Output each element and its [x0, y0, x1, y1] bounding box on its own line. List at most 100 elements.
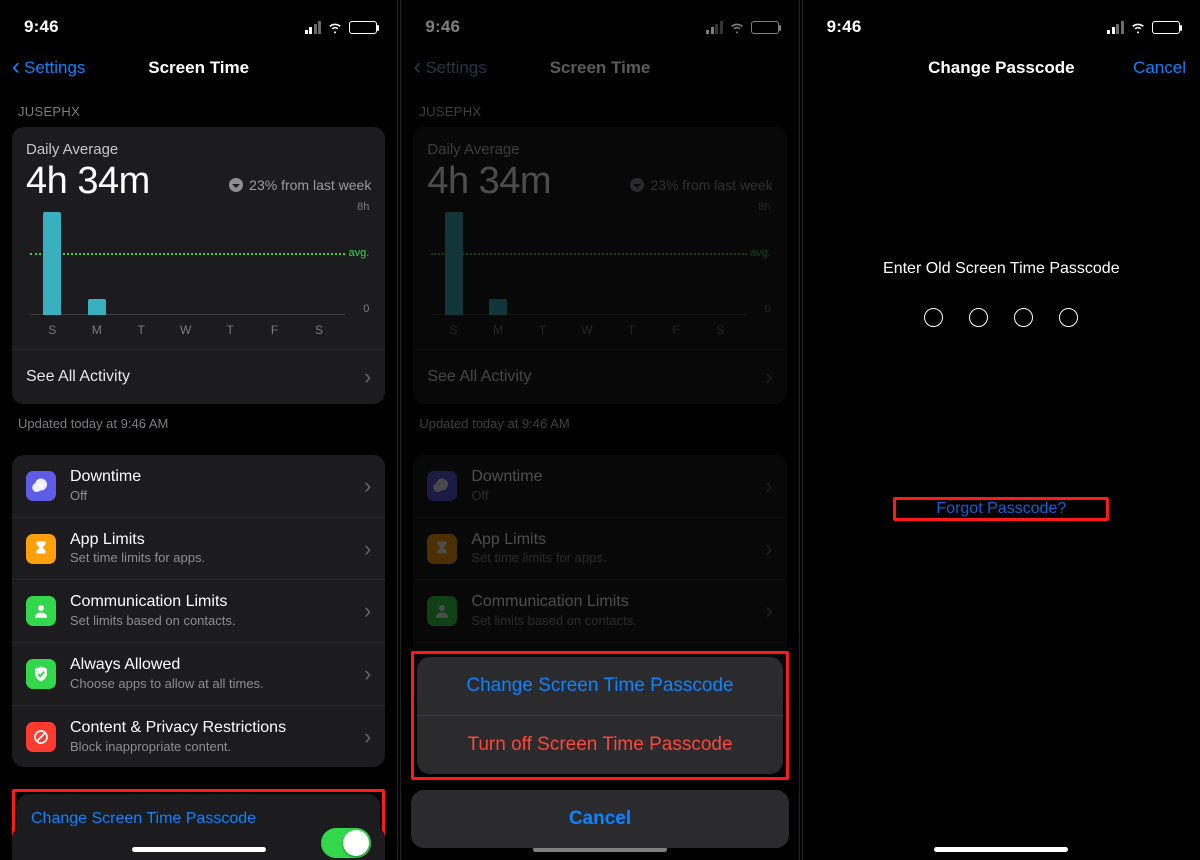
person-icon — [26, 596, 56, 626]
status-right — [305, 19, 378, 35]
chevron-right-icon: › — [364, 473, 371, 499]
arrow-down-icon — [630, 178, 644, 192]
share-across-row-peek[interactable] — [12, 826, 385, 860]
nav-bar: ‹ Settings Screen Time — [0, 46, 397, 90]
daily-average-card[interactable]: Daily Average 4h 34m 23% from last week … — [12, 127, 385, 404]
chevron-right-icon: › — [364, 598, 371, 624]
screentime-content: JUSEPHX Daily Average 4h 34m 23% from la… — [0, 90, 397, 860]
cellular-signal-icon — [305, 21, 322, 34]
back-button: ‹ Settings — [413, 57, 486, 79]
weekly-chart: 8h avg. 0 SMTWTFS — [431, 205, 768, 315]
passcode-panel: Enter Old Screen Time Passcode Forgot Pa… — [803, 90, 1200, 521]
passcode-dot — [1059, 308, 1078, 327]
row-title: Downtime — [70, 467, 350, 488]
y-tick-max: 8h — [357, 201, 369, 213]
weekly-chart: 8h avg. 0 SMTWTFS — [30, 205, 367, 315]
chevron-right-icon: › — [765, 598, 772, 624]
battery-icon — [751, 21, 779, 34]
arrow-down-icon — [229, 178, 243, 192]
row-subtitle: Choose apps to allow at all times. — [70, 676, 350, 693]
trend-text: 23% from last week — [249, 177, 371, 193]
wifi-icon — [327, 19, 343, 35]
y-tick-zero: 0 — [363, 303, 369, 315]
device-label: JUSEPHX — [413, 90, 786, 127]
row-subtitle: Off — [471, 488, 751, 505]
list-item[interactable]: DowntimeOff › — [12, 455, 385, 517]
back-label: Settings — [24, 58, 85, 78]
status-time: 9:46 — [827, 17, 862, 37]
list-item[interactable]: Content & Privacy RestrictionsBlock inap… — [12, 705, 385, 768]
daily-average-title: Daily Average — [26, 141, 371, 158]
chevron-left-icon: ‹ — [413, 55, 421, 79]
cellular-signal-icon — [1107, 21, 1124, 34]
row-title: Downtime — [471, 467, 751, 488]
check-icon — [26, 659, 56, 689]
home-indicator[interactable] — [132, 847, 266, 852]
list-item[interactable]: DowntimeOff › — [413, 455, 786, 517]
chevron-right-icon: › — [765, 473, 772, 499]
passcode-dots[interactable] — [803, 308, 1200, 327]
status-time: 9:46 — [425, 17, 460, 37]
hourglass-icon — [427, 534, 457, 564]
chevron-right-icon: › — [364, 661, 371, 687]
daily-average-card: Daily Average 4h 34m 23% from last week … — [413, 127, 786, 404]
row-subtitle: Set limits based on contacts. — [471, 613, 751, 630]
wifi-icon — [729, 19, 745, 35]
toggle-on-icon[interactable] — [321, 828, 371, 858]
forgot-passcode-button[interactable]: Forgot Passcode? — [896, 486, 1106, 531]
updated-timestamp: Updated today at 9:46 AM — [413, 404, 786, 455]
hourglass-icon — [26, 534, 56, 564]
action-turn-off-passcode[interactable]: Turn off Screen Time Passcode — [417, 715, 782, 774]
row-subtitle: Set time limits for apps. — [70, 550, 350, 567]
row-title: App Limits — [471, 530, 751, 551]
list-item[interactable]: Communication LimitsSet limits based on … — [413, 579, 786, 642]
screen-3-change-passcode: 9:46 Change Passcode Cancel Enter Old Sc… — [802, 0, 1200, 860]
row-title: Content & Privacy Restrictions — [70, 718, 350, 739]
row-subtitle: Set limits based on contacts. — [70, 613, 350, 630]
status-time: 9:46 — [24, 17, 59, 37]
battery-icon — [349, 21, 377, 34]
cancel-button[interactable]: Cancel — [1133, 58, 1186, 78]
avg-label: avg. — [349, 247, 370, 259]
block-icon — [26, 722, 56, 752]
see-all-activity-row: See All Activity › — [427, 350, 772, 390]
chevron-right-icon: › — [765, 364, 772, 390]
list-item[interactable]: Always AllowedChoose apps to allow at al… — [12, 642, 385, 705]
list-item[interactable]: Communication LimitsSet limits based on … — [12, 579, 385, 642]
row-subtitle: Block inappropriate content. — [70, 739, 350, 756]
chevron-left-icon: ‹ — [12, 55, 20, 79]
updated-timestamp: Updated today at 9:46 AM — [12, 404, 385, 455]
row-subtitle: Off — [70, 488, 350, 505]
nav-bar: ‹ Settings Screen Time — [401, 46, 798, 90]
back-button[interactable]: ‹ Settings — [12, 57, 85, 79]
see-all-label: See All Activity — [26, 368, 130, 386]
chevron-right-icon: › — [364, 724, 371, 750]
chevron-right-icon: › — [364, 364, 371, 390]
status-bar: 9:46 — [401, 0, 798, 46]
chevron-right-icon: › — [364, 536, 371, 562]
status-bar: 9:46 — [0, 0, 397, 46]
row-title: Communication Limits — [70, 592, 350, 613]
moon-icon — [427, 471, 457, 501]
nav-bar: Change Passcode Cancel — [803, 46, 1200, 90]
row-title: App Limits — [70, 530, 350, 551]
screen-1-screen-time-settings: 9:46 ‹ Settings Screen Time JUSEPHX Dail… — [0, 0, 398, 860]
see-all-activity-row[interactable]: See All Activity › — [26, 350, 371, 390]
status-bar: 9:46 — [803, 0, 1200, 46]
action-sheet: Change Screen Time Passcode Turn off Scr… — [411, 651, 788, 848]
passcode-dot — [924, 308, 943, 327]
action-change-passcode[interactable]: Change Screen Time Passcode — [417, 657, 782, 715]
passcode-dot — [1014, 308, 1033, 327]
row-title: Communication Limits — [471, 592, 751, 613]
person-icon — [427, 596, 457, 626]
action-cancel[interactable]: Cancel — [411, 790, 788, 848]
settings-list: DowntimeOff›App LimitsSet time limits fo… — [12, 455, 385, 767]
home-indicator[interactable] — [934, 847, 1068, 852]
passcode-prompt: Enter Old Screen Time Passcode — [803, 260, 1200, 278]
screen-2-action-sheet: 9:46 ‹ Settings Screen Time JUSEPHX Dail… — [400, 0, 799, 860]
list-item[interactable]: App LimitsSet time limits for apps.› — [413, 517, 786, 580]
list-item[interactable]: App LimitsSet time limits for apps. › — [12, 517, 385, 580]
wifi-icon — [1130, 19, 1146, 35]
cellular-signal-icon — [706, 21, 723, 34]
battery-icon — [1152, 21, 1180, 34]
